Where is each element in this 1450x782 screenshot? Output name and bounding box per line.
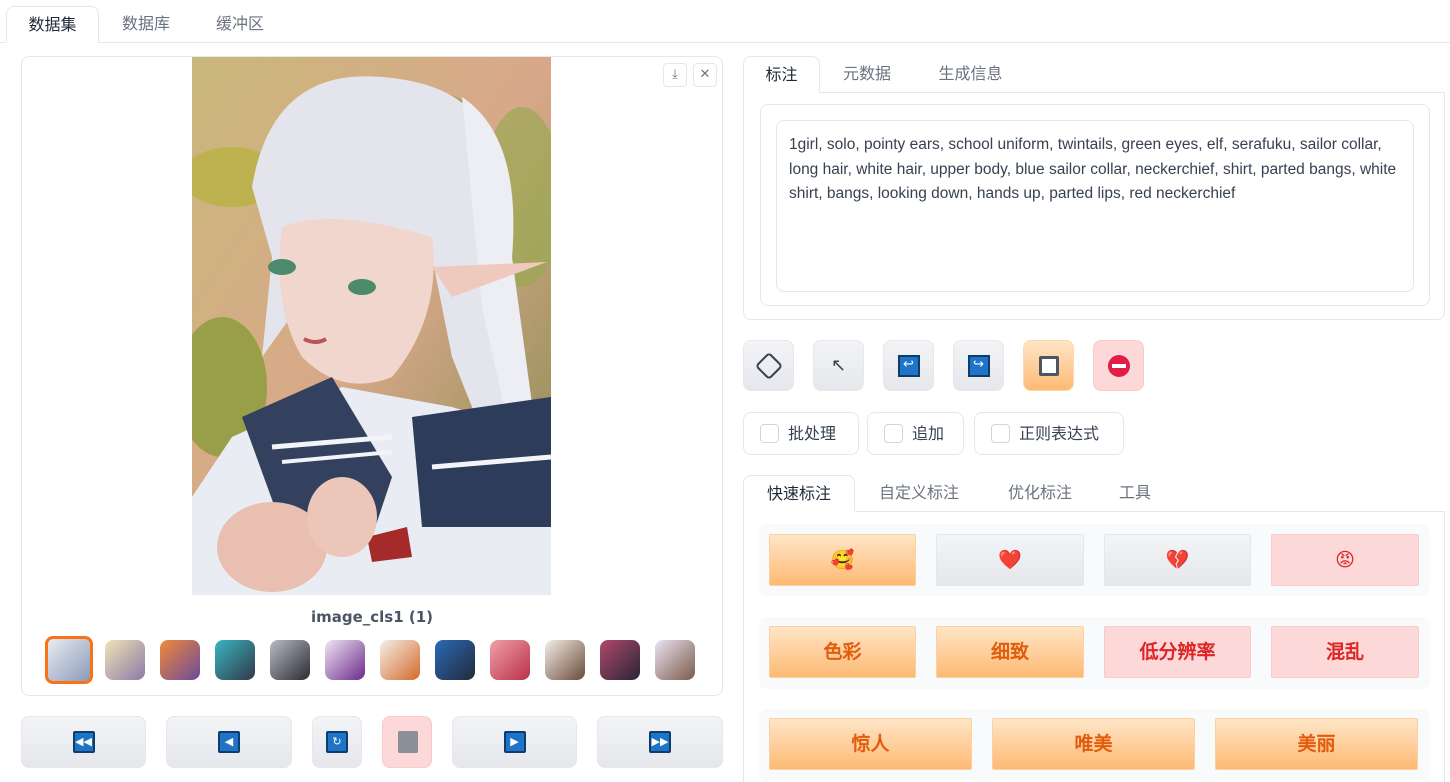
image-caption: image_cls1 (1): [310, 608, 434, 626]
trash-icon: [398, 731, 418, 753]
refresh-icon: ↻: [326, 731, 348, 753]
checkbox-box[interactable]: [991, 424, 1010, 443]
refresh-button[interactable]: ↻: [312, 716, 362, 768]
low-resolution-tag-button[interactable]: 低分辨率: [1104, 626, 1251, 678]
tab-optimize-tag[interactable]: 优化标注: [991, 475, 1089, 512]
tab-database[interactable]: 数据库: [104, 6, 188, 43]
tab-custom-tag[interactable]: 自定义标注: [863, 475, 975, 512]
last-image-button[interactable]: ▶▶: [597, 716, 723, 768]
top-tabbar: 数据集 数据库 缓冲区: [0, 0, 1450, 43]
main-image: [192, 57, 551, 595]
checkbox-box[interactable]: [760, 424, 779, 443]
save-button[interactable]: [1023, 340, 1074, 391]
thumbnail[interactable]: [215, 640, 255, 680]
caption-tabbar: 标注 元数据 生成信息: [743, 56, 1445, 93]
image-viewer: ⤓ ✕ image_cls1 (1): [21, 56, 723, 696]
tab-caption[interactable]: 标注: [743, 56, 820, 93]
caption-panel: 1girl, solo, pointy ears, school uniform…: [743, 92, 1445, 320]
redo-button[interactable]: ↪: [953, 340, 1004, 391]
broken-heart-button[interactable]: 💔: [1104, 534, 1251, 586]
next-image-button[interactable]: ▶: [452, 716, 577, 768]
caption-inner: 1girl, solo, pointy ears, school uniform…: [760, 104, 1430, 306]
thumbnail[interactable]: [490, 640, 530, 680]
quick-tag-area: 🥰 ❤️ 💔 😡 色彩 细致 低分辨率 混乱 惊人 唯美 美丽: [743, 511, 1445, 782]
thumbnail[interactable]: [600, 640, 640, 680]
tab-tools[interactable]: 工具: [1107, 475, 1163, 512]
quick-tabbar: 快速标注 自定义标注 优化标注 工具: [743, 475, 1445, 512]
heart-button[interactable]: ❤️: [936, 534, 1084, 586]
undo-button[interactable]: ↩: [883, 340, 934, 391]
dice-icon: [754, 351, 783, 381]
fast-forward-icon: ▶▶: [649, 731, 671, 753]
regex-label: 正则表达式: [1019, 424, 1100, 443]
batch-checkbox[interactable]: 批处理: [743, 412, 859, 455]
append-checkbox[interactable]: 追加: [867, 412, 964, 455]
checkbox-box[interactable]: [884, 424, 903, 443]
caption-textarea[interactable]: 1girl, solo, pointy ears, school uniform…: [776, 120, 1414, 292]
thumbnail[interactable]: [45, 636, 93, 684]
stop-icon: [1107, 355, 1130, 377]
tab-buffer[interactable]: 缓冲区: [198, 6, 282, 43]
thumbnail[interactable]: [380, 640, 420, 680]
tab-dataset[interactable]: 数据集: [6, 6, 99, 43]
random-button[interactable]: [743, 340, 794, 391]
emoji-row: 🥰 ❤️ 💔 😡: [759, 524, 1430, 596]
save-icon: [1038, 356, 1059, 376]
aesthetic-tag-button[interactable]: 唯美: [992, 718, 1195, 770]
select-button[interactable]: ↖: [813, 340, 864, 391]
first-image-button[interactable]: ◀◀: [21, 716, 146, 768]
color-tag-button[interactable]: 色彩: [769, 626, 916, 678]
quality-row: 色彩 细致 低分辨率 混乱: [759, 617, 1430, 689]
close-icon[interactable]: ✕: [693, 63, 717, 87]
thumbnail[interactable]: [105, 640, 145, 680]
beautiful-tag-button[interactable]: 美丽: [1215, 718, 1418, 770]
regex-checkbox[interactable]: 正则表达式: [974, 412, 1124, 455]
tab-generation-info[interactable]: 生成信息: [923, 56, 1018, 93]
next-icon: ▶: [503, 731, 526, 753]
rewind-icon: ◀◀: [72, 731, 95, 753]
thumbnail[interactable]: [545, 640, 585, 680]
chaos-tag-button[interactable]: 混乱: [1271, 626, 1419, 678]
thumbnail[interactable]: [655, 640, 695, 680]
thumbnail[interactable]: [160, 640, 200, 680]
prev-image-button[interactable]: ◀: [166, 716, 292, 768]
angry-face-button[interactable]: 😡: [1271, 534, 1419, 586]
stop-button[interactable]: [1093, 340, 1144, 391]
tab-quick-tag[interactable]: 快速标注: [743, 475, 855, 512]
beauty-row: 惊人 唯美 美丽: [759, 709, 1430, 781]
thumbnail[interactable]: [325, 640, 365, 680]
delete-button[interactable]: [382, 716, 432, 768]
append-label: 追加: [912, 424, 945, 443]
cursor-icon: ↖: [830, 355, 847, 376]
thumbnail[interactable]: [435, 640, 475, 680]
thumbnail[interactable]: [270, 640, 310, 680]
love-face-button[interactable]: 🥰: [769, 534, 916, 586]
redo-icon: ↪: [967, 355, 990, 377]
tab-metadata[interactable]: 元数据: [829, 56, 905, 93]
download-icon[interactable]: ⤓: [663, 63, 687, 87]
batch-label: 批处理: [788, 424, 837, 443]
detailed-tag-button[interactable]: 细致: [936, 626, 1084, 678]
amazing-tag-button[interactable]: 惊人: [769, 718, 972, 770]
undo-icon: ↩: [897, 355, 920, 377]
prev-icon: ◀: [218, 731, 240, 753]
